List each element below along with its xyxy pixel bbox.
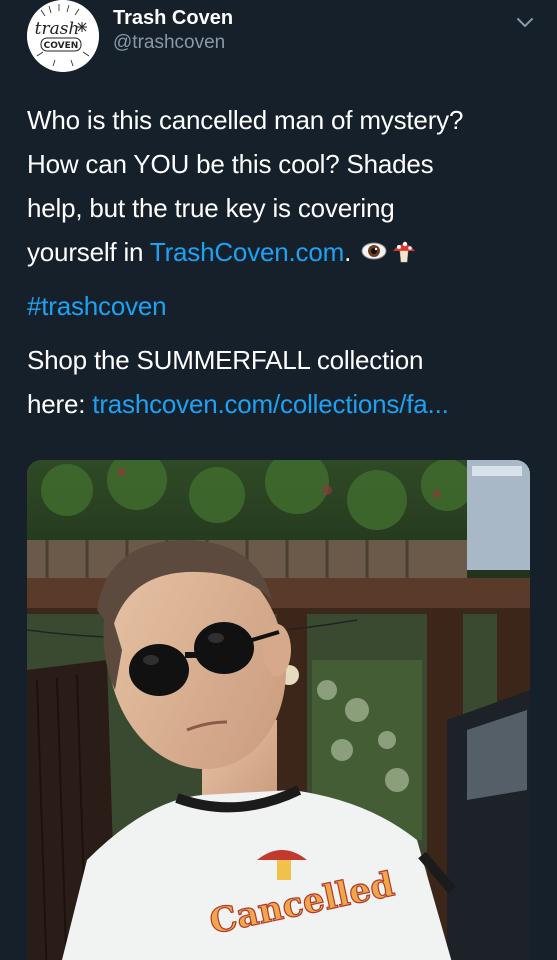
tweet-body: Who is this cancelled man of mystery? Ho…	[27, 98, 537, 274]
collection-link[interactable]: trashcoven.com/collections/fa...	[92, 389, 449, 419]
avatar-logo: trash COVEN	[27, 0, 99, 72]
avatar-text-top: trash	[35, 19, 80, 39]
avatar[interactable]: trash COVEN	[27, 0, 99, 72]
tweet-text-fragment: .	[344, 237, 359, 267]
tweet-page: trash COVEN Trash Coven @trashcoven Who …	[0, 0, 557, 960]
tweet-line: Who is this cancelled man of mystery?	[27, 105, 464, 135]
chevron-down-icon[interactable]	[513, 10, 537, 34]
tweet-text-fragment: yourself in	[27, 237, 150, 267]
display-name[interactable]: Trash Coven	[113, 6, 233, 30]
tweet-header: trash COVEN Trash Coven @trashcoven	[27, 0, 537, 80]
author-block[interactable]: Trash Coven @trashcoven	[113, 6, 233, 55]
tweet-text: Who is this cancelled man of mystery? Ho…	[27, 98, 537, 426]
tweet-line: Shop the SUMMERFALL collection	[27, 345, 424, 375]
handle[interactable]: @trashcoven	[113, 32, 233, 55]
tweet-line: here: trashcoven.com/collections/fa...	[27, 382, 537, 426]
tweet-photo[interactable]: Cancelled	[27, 460, 530, 960]
tweet-line: yourself in TrashCoven.com.	[27, 230, 537, 274]
website-link[interactable]: TrashCoven.com	[150, 237, 344, 267]
avatar-text-bottom: COVEN	[44, 41, 79, 51]
shop-paragraph: Shop the SUMMERFALL collection here: tra…	[27, 338, 537, 426]
eye-emoji-icon	[360, 237, 388, 265]
photo-illustration: Cancelled	[27, 460, 530, 960]
tweet-line: help, but the true key is covering	[27, 193, 395, 223]
tweet-line: How can YOU be this cool? Shades	[27, 149, 434, 179]
tweet-text-fragment: here:	[27, 389, 93, 419]
hashtag: #trashcoven	[27, 284, 537, 328]
hashtag-link[interactable]: #trashcoven	[27, 291, 167, 321]
mushroom-emoji-icon	[390, 237, 418, 265]
